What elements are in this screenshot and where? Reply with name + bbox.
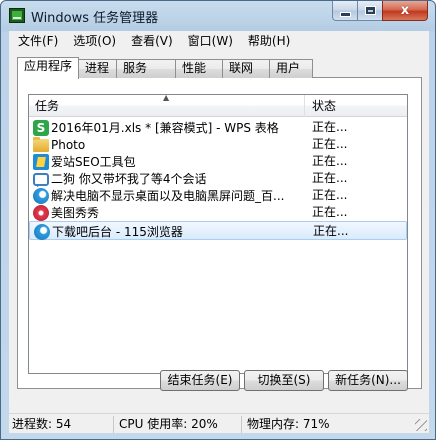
browser-icon (34, 223, 50, 240)
task-rows: S 2016年01月.xls * [兼容模式] - WPS 表格 正在... P… (29, 119, 407, 240)
minimize-button[interactable] (332, 1, 358, 21)
tab-users[interactable]: 用户 (269, 59, 313, 78)
column-header-task[interactable]: ▲ 任务 (29, 93, 305, 117)
table-row[interactable]: Photo 正在... (29, 136, 407, 153)
table-row[interactable]: 二狗 你又带坏我了等4个会话 正在... (29, 170, 407, 187)
tab-networking[interactable]: 联网 (222, 59, 270, 78)
table-row[interactable]: 美图秀秀 正在... (29, 204, 407, 221)
task-list[interactable]: ▲ 任务 状态 S 2016年01月.xls * [兼容模式] - WPS 表格… (28, 94, 408, 374)
process-count: 进程数: 54 (12, 417, 72, 431)
table-row-selected[interactable]: 下载吧后台 - 115浏览器 正在... (29, 221, 407, 240)
task-manager-icon (9, 8, 25, 23)
task-cell: 二狗 你又带坏我了等4个会话 (33, 170, 305, 187)
client-area: 文件(F) 选项(O) 查看(V) 窗口(W) 帮助(H) 应用程序 进程 服务… (9, 31, 429, 433)
browser-icon (33, 187, 49, 204)
resize-grip-icon[interactable] (415, 419, 427, 431)
sort-ascending-icon: ▲ (163, 93, 170, 102)
end-task-button[interactable]: 结束任务(E) (160, 370, 240, 391)
menu-view[interactable]: 查看(V) (126, 31, 178, 51)
task-cell: 美图秀秀 (33, 204, 305, 221)
task-status: 正在... (313, 224, 349, 238)
task-status: 正在... (312, 171, 348, 185)
task-name: 二狗 你又带坏我了等4个会话 (51, 172, 207, 186)
new-task-button[interactable]: 新任务(N)... (328, 370, 408, 391)
menu-window[interactable]: 窗口(W) (183, 31, 238, 51)
memory-usage: 物理内存: 71% (241, 416, 371, 433)
task-cell: 爱站SEO工具包 (33, 153, 305, 170)
minimize-icon (339, 11, 351, 17)
status-bar: 进程数: 54 CPU 使用率: 20% 物理内存: 71% (9, 413, 429, 433)
close-button[interactable]: x (382, 1, 428, 21)
task-status: 正在... (312, 120, 348, 134)
menu-help[interactable]: 帮助(H) (243, 31, 295, 51)
task-name: 解决电脑不显示桌面以及电脑黑屏问题_百... (51, 189, 285, 203)
window-title: Windows 任务管理器 (31, 11, 159, 26)
task-name: Photo (51, 137, 86, 152)
title-bar[interactable]: Windows 任务管理器 x (1, 1, 435, 31)
seo-toolkit-icon (33, 153, 49, 170)
tab-processes[interactable]: 进程 (78, 59, 117, 78)
tab-services[interactable]: 服务 (116, 59, 176, 78)
task-manager-window: Windows 任务管理器 x 文件(F) 选项(O) 查看(V) 窗口(W) … (0, 0, 436, 440)
table-row[interactable]: S 2016年01月.xls * [兼容模式] - WPS 表格 正在... (29, 119, 407, 136)
column-header-status-label: 状态 (312, 99, 337, 113)
maximize-button[interactable] (357, 1, 383, 21)
column-header-task-label: 任务 (35, 99, 60, 113)
menu-bar: 文件(F) 选项(O) 查看(V) 窗口(W) 帮助(H) (9, 31, 429, 51)
menu-file[interactable]: 文件(F) (13, 31, 63, 51)
tab-strip: 应用程序 进程 服务 性能 联网 用户 (17, 57, 313, 79)
task-cell: Photo (33, 136, 305, 153)
cpu-usage: CPU 使用率: 20% (113, 416, 237, 433)
chat-icon (33, 173, 49, 187)
task-name: 2016年01月.xls * [兼容模式] - WPS 表格 (51, 121, 279, 135)
task-cell: S 2016年01月.xls * [兼容模式] - WPS 表格 (33, 119, 305, 136)
switch-to-button[interactable]: 切换至(S) (244, 370, 324, 391)
column-header-status[interactable]: 状态 (306, 95, 406, 117)
task-name: 美图秀秀 (51, 206, 100, 220)
folder-icon (33, 137, 49, 152)
task-status: 正在... (312, 154, 348, 168)
meitu-icon (33, 204, 49, 221)
menu-options[interactable]: 选项(O) (68, 31, 121, 51)
task-list-header: ▲ 任务 状态 (29, 93, 407, 117)
tab-applications[interactable]: 应用程序 (17, 57, 79, 79)
task-status: 正在... (312, 188, 348, 202)
maximize-icon (364, 6, 376, 15)
task-status: 正在... (312, 137, 348, 151)
task-name: 下载吧后台 - 115浏览器 (52, 225, 183, 239)
task-name: 爱站SEO工具包 (51, 155, 136, 169)
task-cell: 下载吧后台 - 115浏览器 (34, 223, 306, 240)
wps-spreadsheet-icon: S (33, 119, 49, 136)
table-row[interactable]: 解决电脑不显示桌面以及电脑黑屏问题_百... 正在... (29, 187, 407, 204)
table-row[interactable]: 爱站SEO工具包 正在... (29, 153, 407, 170)
close-icon: x (400, 3, 410, 18)
task-status: 正在... (312, 205, 348, 219)
task-cell: 解决电脑不显示桌面以及电脑黑屏问题_百... (33, 187, 305, 204)
tab-performance[interactable]: 性能 (175, 59, 223, 78)
